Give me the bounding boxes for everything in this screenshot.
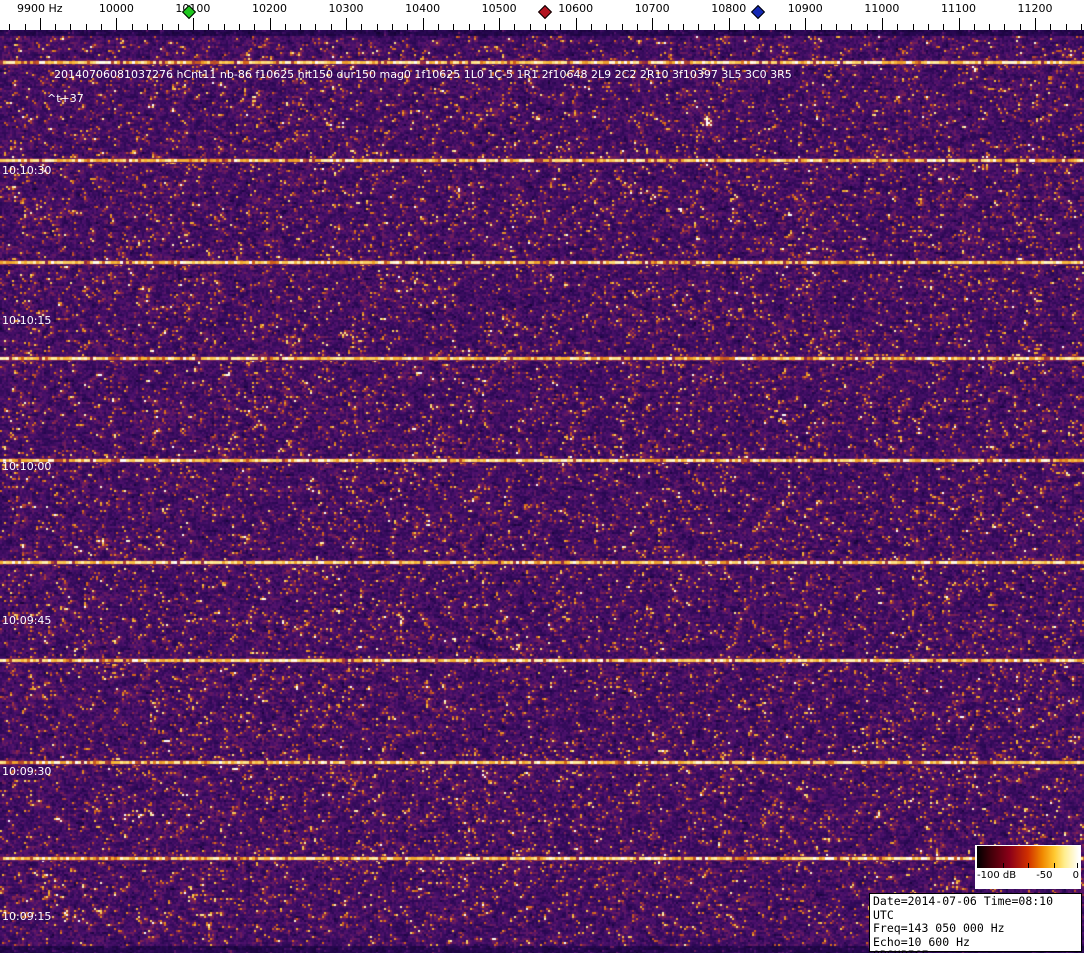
info-line-freq: Freq=143 050 000 Hz <box>873 921 1005 935</box>
freq-tick <box>1035 18 1036 30</box>
colorbar-tick <box>1002 863 1004 868</box>
freq-label: 10300 <box>328 2 364 15</box>
colorbar-labels: -100 dB -50 0 <box>977 870 1079 881</box>
freq-tick <box>652 18 654 30</box>
freq-tick <box>805 18 807 30</box>
time-label: 10:09:45 <box>2 614 52 627</box>
spectrogram-canvas <box>0 30 1084 953</box>
time-label: 10:10:00 <box>2 460 52 473</box>
time-label: 10:09:30 <box>2 765 52 778</box>
freq-tick <box>192 18 194 30</box>
freq-label: 11100 <box>941 2 976 15</box>
frequency-ruler: 9900 Hz100001010010200103001040010500106… <box>0 0 1084 30</box>
colorbar-label-min: -100 dB <box>977 870 1017 881</box>
frame-annotation: ^t+37 <box>47 92 84 105</box>
freq-label: 10000 <box>98 2 134 15</box>
colorbar-tick <box>979 863 981 868</box>
freq-label: 10600 <box>558 2 594 15</box>
freq-tick <box>881 18 883 30</box>
freq-tick <box>499 18 501 30</box>
red-diamond-marker-icon <box>538 4 553 20</box>
freq-label: 11000 <box>864 2 900 15</box>
freq-label: 10700 <box>634 2 670 15</box>
info-box: Date=2014-07-06 Time=08:10 UTC Freq=143 … <box>869 893 1082 953</box>
freq-label: 10400 <box>405 2 441 15</box>
colorbar-tick <box>1053 863 1055 868</box>
freq-tick <box>575 18 577 30</box>
time-label: 10:10:30 <box>2 164 52 177</box>
time-label: 10:09:15 <box>2 910 52 923</box>
freq-label: 10500 <box>481 2 517 15</box>
freq-label: 10800 <box>711 2 747 15</box>
colorbar-tick <box>1028 863 1029 868</box>
freq-label: 10200 <box>252 2 287 15</box>
colorbar-gradient <box>977 846 1079 868</box>
freq-tick <box>422 18 424 30</box>
colorbar-label-mid: -50 <box>1036 870 1053 881</box>
info-line-echo: Echo=10 600 Hz <box>873 934 970 949</box>
freq-label: 9900 Hz <box>17 2 63 15</box>
info-line-station: OBSUPICE <box>873 948 1078 953</box>
freq-label: 11200 <box>1017 2 1053 15</box>
freq-tick <box>39 18 41 30</box>
info-line-date: Date=2014-07-06 Time=08:10 UTC <box>873 894 1054 922</box>
freq-tick <box>958 18 960 30</box>
colorbar-tick <box>1076 863 1078 868</box>
freq-tick <box>116 18 118 30</box>
app-root: 9900 Hz100001010010200103001040010500106… <box>0 0 1084 953</box>
freq-label: 10900 <box>787 2 823 15</box>
colorbar: -100 dB -50 0 <box>975 845 1081 889</box>
freq-tick <box>269 18 271 30</box>
time-label: 10:10:15 <box>2 314 52 327</box>
freq-tick <box>346 18 347 30</box>
blue-diamond-marker-icon <box>750 4 765 20</box>
colorbar-label-max: 0 <box>1072 870 1079 881</box>
freq-tick <box>728 18 730 30</box>
detection-annotation: 20140706081037276 hCnt11 nb-86 f10625 hi… <box>54 68 792 81</box>
